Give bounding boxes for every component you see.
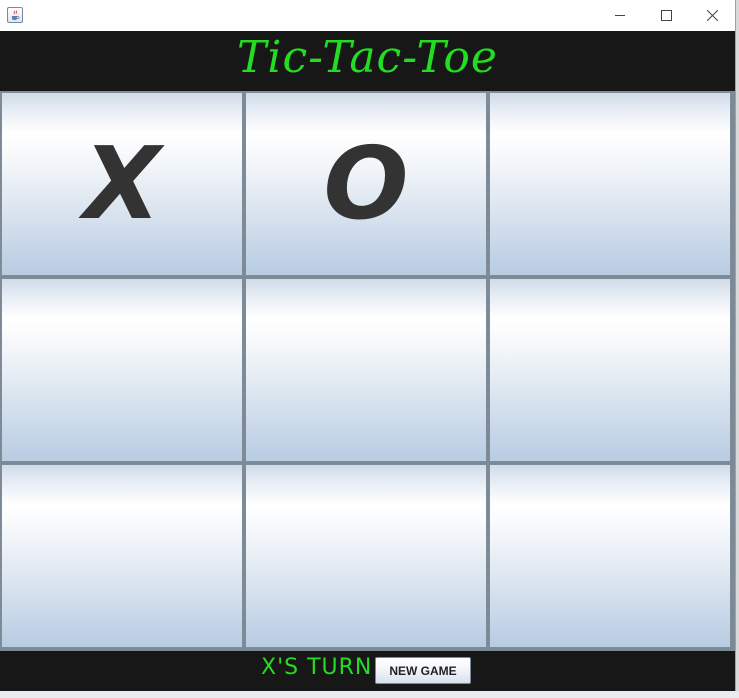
status-panel: X'S TURN NEW GAME — [0, 651, 735, 691]
board-cell-3[interactable] — [489, 92, 731, 276]
title-panel: Tic-Tac-Toe — [0, 31, 735, 91]
board-cell-5[interactable] — [245, 278, 487, 462]
board-cell-2[interactable]: O — [245, 92, 487, 276]
maximize-button[interactable] — [643, 0, 689, 30]
new-game-button[interactable]: NEW GAME — [375, 657, 471, 684]
board-cell-4[interactable] — [1, 278, 243, 462]
board-cell-1[interactable]: X — [1, 92, 243, 276]
java-cup-icon — [7, 7, 23, 23]
close-button[interactable] — [689, 0, 735, 30]
turn-indicator: X'S TURN — [261, 655, 373, 680]
cell-mark: O — [323, 125, 409, 242]
minimize-button[interactable] — [597, 0, 643, 30]
board-cell-8[interactable] — [245, 464, 487, 648]
cell-mark: X — [83, 125, 161, 242]
minimize-icon — [614, 14, 625, 16]
app-window: Tic-Tac-Toe X O X'S TURN NEW GAME — [0, 0, 736, 698]
board-cell-7[interactable] — [1, 464, 243, 648]
game-title: Tic-Tac-Toe — [237, 32, 498, 83]
maximize-icon — [660, 9, 672, 21]
window-titlebar[interactable] — [0, 0, 735, 32]
close-icon — [706, 9, 718, 21]
board-cell-6[interactable] — [489, 278, 731, 462]
ide-tool-strip — [0, 691, 739, 698]
game-board: X O — [0, 91, 735, 651]
board-cell-9[interactable] — [489, 464, 731, 648]
